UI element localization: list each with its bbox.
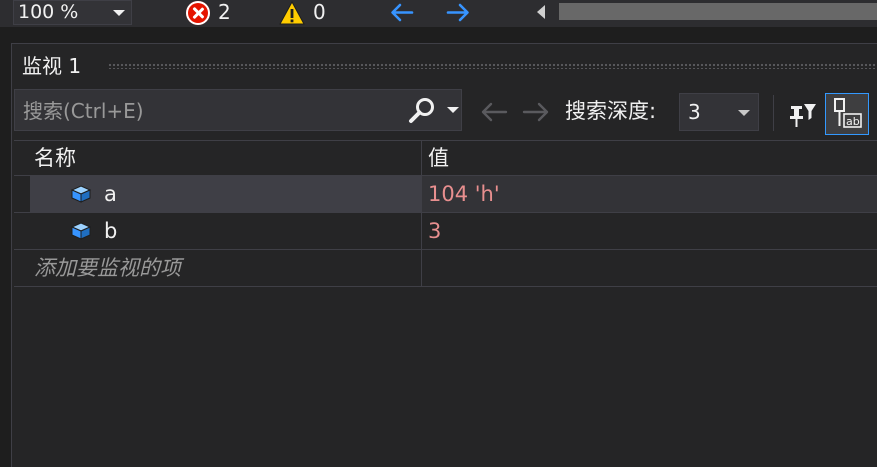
zoom-dropdown[interactable]: 100 % xyxy=(13,0,132,25)
search-depth-value: 3 xyxy=(688,100,701,124)
navigate-back-icon[interactable] xyxy=(388,0,416,25)
field-cube-icon xyxy=(70,185,92,203)
search-depth-label: 搜索深度: xyxy=(565,99,657,123)
variable-name: b xyxy=(104,219,118,243)
search-icon[interactable] xyxy=(407,96,437,126)
field-cube-icon xyxy=(70,222,92,240)
search-next-icon[interactable] xyxy=(520,99,552,125)
variable-value[interactable]: 104 'h' xyxy=(428,176,500,212)
column-header-name[interactable]: 名称 xyxy=(34,141,76,175)
grid-header: 名称 值 xyxy=(14,140,877,176)
pin-icon[interactable] xyxy=(785,97,819,131)
navigate-forward-icon[interactable] xyxy=(444,0,472,25)
warning-icon[interactable] xyxy=(279,1,305,25)
scroll-left-icon[interactable] xyxy=(537,5,545,19)
watch-panel: 监视 1 搜索深度: 3 ab 名 xyxy=(11,43,877,467)
search-input[interactable] xyxy=(15,90,415,132)
hex-display-button[interactable]: ab xyxy=(825,93,869,135)
search-options-chevron-icon[interactable] xyxy=(447,107,459,113)
column-divider[interactable] xyxy=(421,140,422,287)
table-row[interactable]: a 104 'h' xyxy=(14,176,877,213)
title-grip[interactable] xyxy=(108,63,876,69)
hex-display-icon: ab xyxy=(834,98,862,128)
add-watch-placeholder[interactable]: 添加要监视的项 xyxy=(34,250,181,286)
chevron-down-icon xyxy=(738,110,750,116)
error-count[interactable]: 2 xyxy=(218,0,231,25)
search-previous-icon[interactable] xyxy=(478,99,510,125)
panel-title[interactable]: 监视 1 xyxy=(22,52,81,80)
variable-name: a xyxy=(104,182,117,206)
search-box[interactable] xyxy=(14,89,462,132)
horizontal-scrollbar[interactable] xyxy=(559,3,877,20)
table-row[interactable]: b 3 xyxy=(14,213,877,250)
zoom-value: 100 % xyxy=(18,1,79,23)
toolbar-separator xyxy=(773,95,774,131)
column-header-value[interactable]: 值 xyxy=(428,141,449,175)
search-depth-dropdown[interactable]: 3 xyxy=(679,93,759,131)
svg-text:ab: ab xyxy=(846,115,860,128)
editor-status-bar: 100 % 2 0 xyxy=(0,0,877,27)
warning-count[interactable]: 0 xyxy=(313,0,326,25)
error-icon[interactable] xyxy=(186,1,210,25)
variable-value[interactable]: 3 xyxy=(428,213,441,249)
add-watch-row[interactable]: 添加要监视的项 xyxy=(14,250,877,287)
chevron-down-icon xyxy=(113,10,125,16)
